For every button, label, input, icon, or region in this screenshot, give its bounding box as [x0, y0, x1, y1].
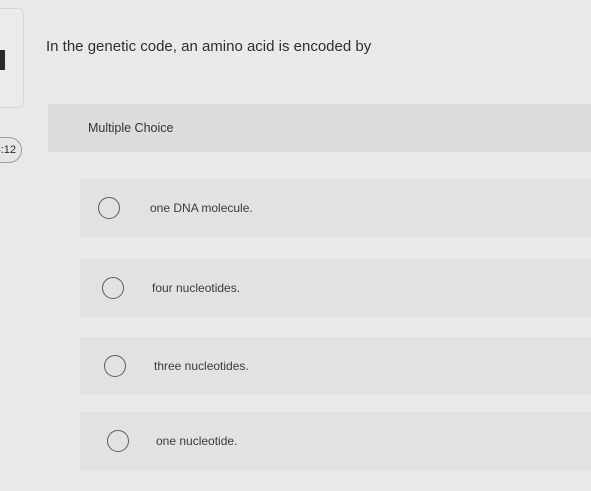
answer-option-label: four nucleotides.	[152, 281, 241, 295]
timer-badge: 3:12	[0, 137, 22, 163]
radio-button-icon[interactable]	[98, 197, 120, 219]
multiple-choice-header: Multiple Choice	[48, 104, 591, 152]
timer-text: 3:12	[0, 144, 16, 156]
answer-option-4[interactable]: one nucleotide.	[80, 412, 591, 470]
answer-option-label: one nucleotide.	[156, 434, 238, 448]
answer-option-label: one DNA molecule.	[150, 201, 253, 215]
answer-option-1[interactable]: one DNA molecule.	[80, 179, 591, 237]
question-indicator	[0, 50, 5, 70]
radio-button-icon[interactable]	[107, 430, 129, 452]
radio-button-icon[interactable]	[104, 355, 126, 377]
question-prompt: In the genetic code, an amino acid is en…	[46, 38, 372, 55]
multiple-choice-label: Multiple Choice	[88, 121, 174, 135]
answer-option-2[interactable]: four nucleotides.	[80, 259, 591, 317]
answer-option-3[interactable]: three nucleotides.	[80, 337, 591, 395]
radio-button-icon[interactable]	[102, 277, 124, 299]
answer-option-label: three nucleotides.	[154, 359, 249, 373]
